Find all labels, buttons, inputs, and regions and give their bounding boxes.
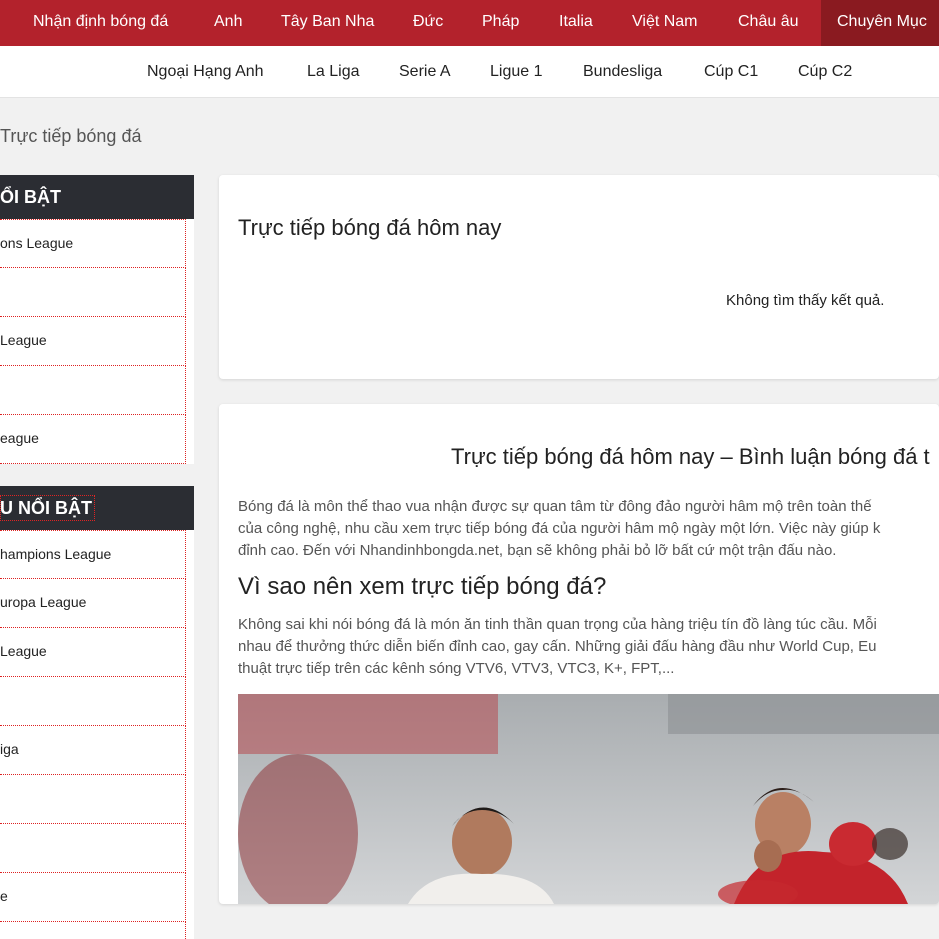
subnav-item-cup-c1[interactable]: Cúp C1 bbox=[704, 46, 758, 98]
live-matches-card: Trực tiếp bóng đá hôm nay Không tìm thấy… bbox=[219, 175, 939, 379]
sidebar-featured-leagues-list: hampions League uropa League League iga … bbox=[0, 530, 194, 939]
sidebar-featured-box: ỔI BẬT ons League League eague bbox=[0, 175, 194, 464]
subnav-item-cup-c2[interactable]: Cúp C2 bbox=[798, 46, 852, 98]
paragraph-line: Không sai khi nói bóng đá là món ăn tinh… bbox=[238, 616, 877, 633]
league-subnav: Ngoại Hạng Anh La Liga Serie A Ligue 1 B… bbox=[0, 46, 939, 98]
sidebar-featured-item[interactable] bbox=[0, 268, 186, 317]
article-intro-paragraph: Bóng đá là môn thể thao vua nhận được sự… bbox=[238, 496, 939, 562]
subnav-item-ligue-1[interactable]: Ligue 1 bbox=[490, 46, 543, 98]
sidebar-league-item[interactable]: iga bbox=[0, 726, 186, 775]
nav-item-chau-au[interactable]: Châu âu bbox=[738, 0, 799, 46]
paragraph-line: thuật trực tiếp trên các kênh sóng VTV6,… bbox=[238, 660, 675, 677]
article-photo bbox=[238, 694, 939, 904]
top-nav: Nhận định bóng đá Anh Tây Ban Nha Đức Ph… bbox=[0, 0, 939, 46]
paragraph-line: đỉnh cao. Đến với Nhandinhbongda.net, bạ… bbox=[238, 542, 837, 559]
nav-item-italia[interactable]: Italia bbox=[559, 0, 593, 46]
nav-item-phap[interactable]: Pháp bbox=[482, 0, 519, 46]
article-title: Trực tiếp bóng đá hôm nay – Bình luận bó… bbox=[451, 444, 930, 469]
sidebar-league-item[interactable] bbox=[0, 677, 186, 726]
football-players-image bbox=[238, 694, 939, 904]
nav-item-duc[interactable]: Đức bbox=[413, 0, 443, 46]
nav-item-anh[interactable]: Anh bbox=[214, 0, 242, 46]
sidebar-featured-list: ons League League eague bbox=[0, 219, 194, 464]
sidebar-featured-leagues-box: U NỔI BẬT hampions League uropa League L… bbox=[0, 486, 194, 939]
nav-item-viet-nam[interactable]: Việt Nam bbox=[632, 0, 698, 46]
sidebar-league-item[interactable]: uropa League bbox=[0, 579, 186, 628]
sidebar-featured-title: ỔI BẬT bbox=[0, 175, 194, 219]
article-second-paragraph: Không sai khi nói bóng đá là món ăn tinh… bbox=[238, 614, 939, 680]
subnav-item-bundesliga[interactable]: Bundesliga bbox=[583, 46, 662, 98]
breadcrumb[interactable]: Trực tiếp bóng đá bbox=[0, 126, 141, 147]
sidebar-featured-item[interactable] bbox=[0, 366, 186, 415]
subnav-item-la-liga[interactable]: La Liga bbox=[307, 46, 360, 98]
paragraph-line: Bóng đá là môn thể thao vua nhận được sự… bbox=[238, 498, 872, 515]
sidebar-league-item[interactable] bbox=[0, 775, 186, 824]
nav-item-chuyen-muc[interactable]: Chuyên Mục bbox=[821, 0, 939, 46]
sidebar-league-item[interactable] bbox=[0, 824, 186, 873]
subnav-item-serie-a[interactable]: Serie A bbox=[399, 46, 451, 98]
sidebar-featured-leagues-title: U NỔI BẬT bbox=[0, 486, 194, 530]
sidebar-league-item[interactable]: e bbox=[0, 873, 186, 922]
sidebar-featured-item[interactable]: ons League bbox=[0, 219, 186, 268]
article-card: Trực tiếp bóng đá hôm nay – Bình luận bó… bbox=[219, 404, 939, 904]
nav-item-nhan-dinh[interactable]: Nhận định bóng đá bbox=[33, 0, 168, 46]
article-subheading: Vì sao nên xem trực tiếp bóng đá? bbox=[238, 573, 607, 600]
paragraph-line: nhau để thưởng thức diễn biến đỉnh cao, … bbox=[238, 638, 877, 655]
sidebar-featured-item[interactable]: League bbox=[0, 317, 186, 366]
sidebar-league-item[interactable]: League bbox=[0, 628, 186, 677]
no-results-message: Không tìm thấy kết quả. bbox=[726, 292, 885, 309]
nav-item-tay-ban-nha[interactable]: Tây Ban Nha bbox=[281, 0, 374, 46]
live-matches-title: Trực tiếp bóng đá hôm nay bbox=[238, 215, 502, 240]
sidebar-featured-item[interactable]: eague bbox=[0, 415, 186, 464]
sidebar-league-item[interactable] bbox=[0, 922, 186, 939]
subnav-item-ngoai-hang-anh[interactable]: Ngoại Hạng Anh bbox=[147, 46, 264, 98]
paragraph-line: của công nghệ, nhu cầu xem trực tiếp bón… bbox=[238, 520, 881, 537]
sidebar-league-item[interactable]: hampions League bbox=[0, 530, 186, 579]
